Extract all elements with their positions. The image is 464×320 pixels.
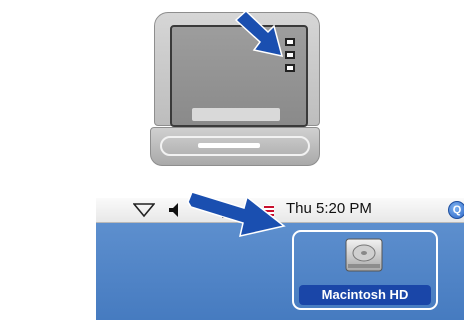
spotlight-glyph: Q bbox=[452, 204, 462, 216]
hard-disk-label[interactable]: Macintosh HD bbox=[299, 285, 431, 305]
arrow-icon bbox=[234, 9, 284, 57]
drive-icon bbox=[285, 38, 295, 46]
spotlight-icon[interactable]: Q bbox=[448, 201, 464, 219]
volume-icon[interactable] bbox=[168, 202, 180, 218]
arrow-icon bbox=[187, 191, 286, 237]
airport-icon[interactable] bbox=[133, 202, 155, 218]
hard-disk-icon[interactable] bbox=[342, 236, 386, 276]
menubar-clock[interactable]: Thu 5:20 PM bbox=[286, 200, 372, 217]
drive-icon bbox=[285, 51, 295, 59]
drive-icon bbox=[285, 64, 295, 72]
screen-shelf bbox=[192, 108, 280, 121]
base-bar bbox=[198, 143, 260, 148]
